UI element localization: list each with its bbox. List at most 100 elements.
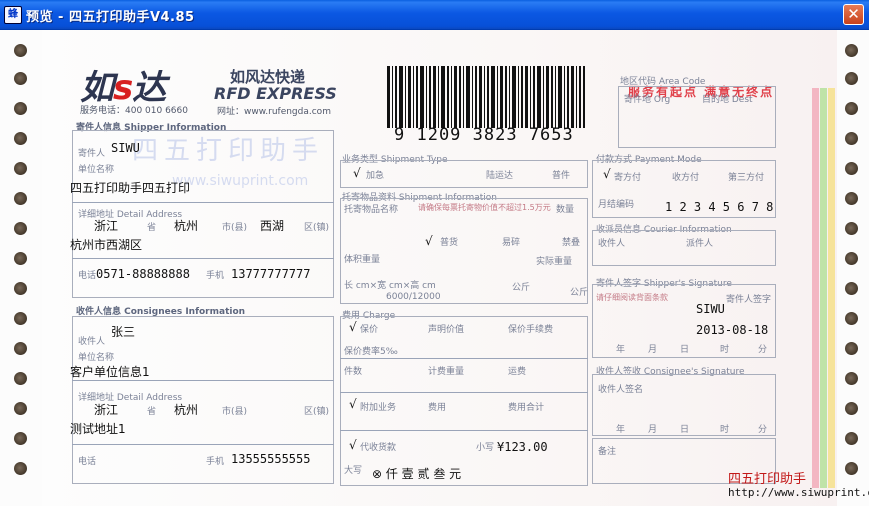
date-hour-label-2: 时	[720, 425, 730, 435]
recipient-company-value: 客户单位信息1	[70, 365, 150, 379]
sender-name-label: 寄件人	[78, 149, 106, 159]
urgent-label: 加急	[366, 171, 385, 181]
recipient-mobile-label: 手机	[206, 457, 225, 467]
third-party-pay-label: 第三方付	[728, 173, 765, 183]
date-day-label-2: 日	[680, 425, 690, 435]
date-minute-label-2: 分	[758, 425, 768, 435]
close-button[interactable]: ✕	[843, 4, 864, 25]
color-strip-green	[820, 88, 827, 488]
kg-label-2: 公斤	[570, 288, 589, 298]
lower-case-label: 小写	[476, 443, 495, 453]
cargo-checkmark: √	[425, 234, 433, 248]
cargo-label: 普货	[440, 238, 459, 248]
parcel-label: 普件	[552, 171, 571, 181]
additional-checkmark: √	[349, 397, 357, 411]
recipient-name-value: 张三	[111, 325, 136, 339]
recipient-sign-label: 收件人签名	[598, 385, 644, 395]
delivery-person-label: 派件人	[686, 239, 714, 249]
additional-service-label: 附加业务	[360, 403, 397, 413]
sender-company-label: 单位名称	[78, 165, 115, 175]
sender-district-label: 区(镇)	[304, 223, 330, 233]
insurance-fee-label: 保价手续费	[508, 325, 554, 335]
terms-notice: 请仔细阅读背面条款	[596, 293, 668, 302]
pickup-person-label: 收件人	[598, 239, 626, 249]
right-tractor-holes	[839, 30, 863, 506]
cod-amount-value: ¥123.00	[497, 440, 548, 454]
total-charge-label: 费用合计	[508, 403, 545, 413]
cod-checkmark: √	[349, 438, 357, 452]
cod-upper-value: ⊗ 仟 壹 贰 叁 元	[372, 467, 462, 481]
no-stack-label: 禁叠	[562, 238, 581, 248]
app-icon: 蜂	[4, 6, 22, 24]
recipient-district-label: 区(镇)	[304, 407, 330, 417]
sender-district-value: 西湖	[260, 219, 285, 233]
rfd-logo: 如s达	[80, 68, 166, 108]
shipper-pay-label: 寄方付	[614, 173, 642, 183]
kg-label-1: 公斤	[512, 283, 531, 293]
remarks-label: 备注	[598, 447, 617, 457]
barcode-number: 9 1209 3823 7653	[394, 125, 574, 145]
dimensions-label: 长 cm×宽 cm×高 cm	[344, 281, 436, 291]
insured-label: 保价	[360, 325, 379, 335]
destination-label: 目的地 Dest	[702, 95, 753, 105]
recipient-name-label: 收件人	[78, 337, 106, 347]
consignee-pay-label: 收方付	[672, 173, 700, 183]
fragile-label: 易碎	[502, 238, 521, 248]
recipient-city-value: 杭州	[174, 403, 199, 417]
date-day-label-1: 日	[680, 345, 690, 355]
color-strip-pink	[812, 88, 819, 488]
goods-name-label: 托寄物品名称	[344, 205, 399, 215]
recipient-province-value: 浙江	[94, 403, 119, 417]
sender-province-label: 省	[147, 223, 157, 233]
shipper-pay-checkmark: √	[603, 167, 611, 181]
color-strip-yellow	[828, 88, 835, 488]
actual-weight-label: 实际重量	[536, 257, 573, 267]
recipient-address-value: 测试地址1	[70, 422, 126, 436]
sender-phone-label: 电话	[78, 271, 97, 281]
upper-case-label: 大写	[344, 466, 363, 476]
monthly-account-label: 月结编码	[598, 200, 635, 210]
footer-brand: 四五打印助手	[728, 472, 807, 487]
date-minute-label-1: 分	[758, 345, 768, 355]
sender-company-value: 四五打印助手四五打印	[70, 181, 191, 195]
sender-sign-label: 寄件人签字	[726, 295, 772, 305]
freight-label: 运费	[508, 367, 527, 377]
barcode-image	[387, 66, 585, 128]
sender-name-value: SIWU	[111, 141, 140, 155]
declared-value-label: 声明价值	[428, 325, 465, 335]
signer-value: SIWU	[696, 302, 725, 316]
date-year-label-1: 年	[616, 345, 626, 355]
brand-phone: 服务电话：400 010 6660	[80, 106, 188, 116]
date-hour-label-1: 时	[720, 345, 730, 355]
sender-mobile-value: 13777777777	[231, 267, 311, 281]
sender-city-value: 杭州	[174, 219, 199, 233]
sender-address-value: 杭州市西湖区	[70, 238, 143, 252]
charged-weight-label: 计费重量	[428, 367, 465, 377]
origin-label: 寄件地 Org	[624, 95, 671, 105]
insured-checkmark: √	[349, 320, 357, 334]
sign-date-value: 2013-08-18	[696, 323, 769, 337]
volume-weight-label: 体积重量	[344, 255, 381, 265]
window-titlebar[interactable]: 蜂 预览 - 四五打印助手V4.85 ✕	[0, 0, 869, 30]
sender-province-value: 浙江	[94, 219, 119, 233]
recipient-phone-label: 电话	[78, 457, 97, 467]
monthly-code-value: 1 2 3 4 5 6 7 8	[665, 200, 774, 214]
sender-city-label: 市(县)	[222, 223, 248, 233]
left-tractor-holes	[8, 30, 32, 506]
urgent-checkmark: √	[353, 166, 361, 180]
insurance-rate-label: 保价费率5‰	[344, 347, 398, 357]
date-month-label-1: 月	[648, 345, 658, 355]
charge-label: 费用	[428, 403, 447, 413]
sender-mobile-label: 手机	[206, 271, 225, 281]
date-month-label-2: 月	[648, 425, 658, 435]
dimensions-divisor: 6000/12000	[386, 292, 441, 302]
recipient-mobile-value: 13555555555	[231, 452, 311, 466]
pieces-label: 件数	[344, 367, 363, 377]
brand-name-en: RFD EXPRESS	[214, 84, 337, 103]
overland-label: 陆运达	[486, 171, 514, 181]
sender-phone-value: 0571-88888888	[96, 267, 190, 281]
cod-label: 代收货款	[360, 443, 397, 453]
quantity-label: 数量	[556, 205, 575, 215]
footer-url: http://www.siwuprint.com	[728, 486, 869, 499]
window-title: 预览 - 四五打印助手V4.85	[26, 10, 195, 25]
